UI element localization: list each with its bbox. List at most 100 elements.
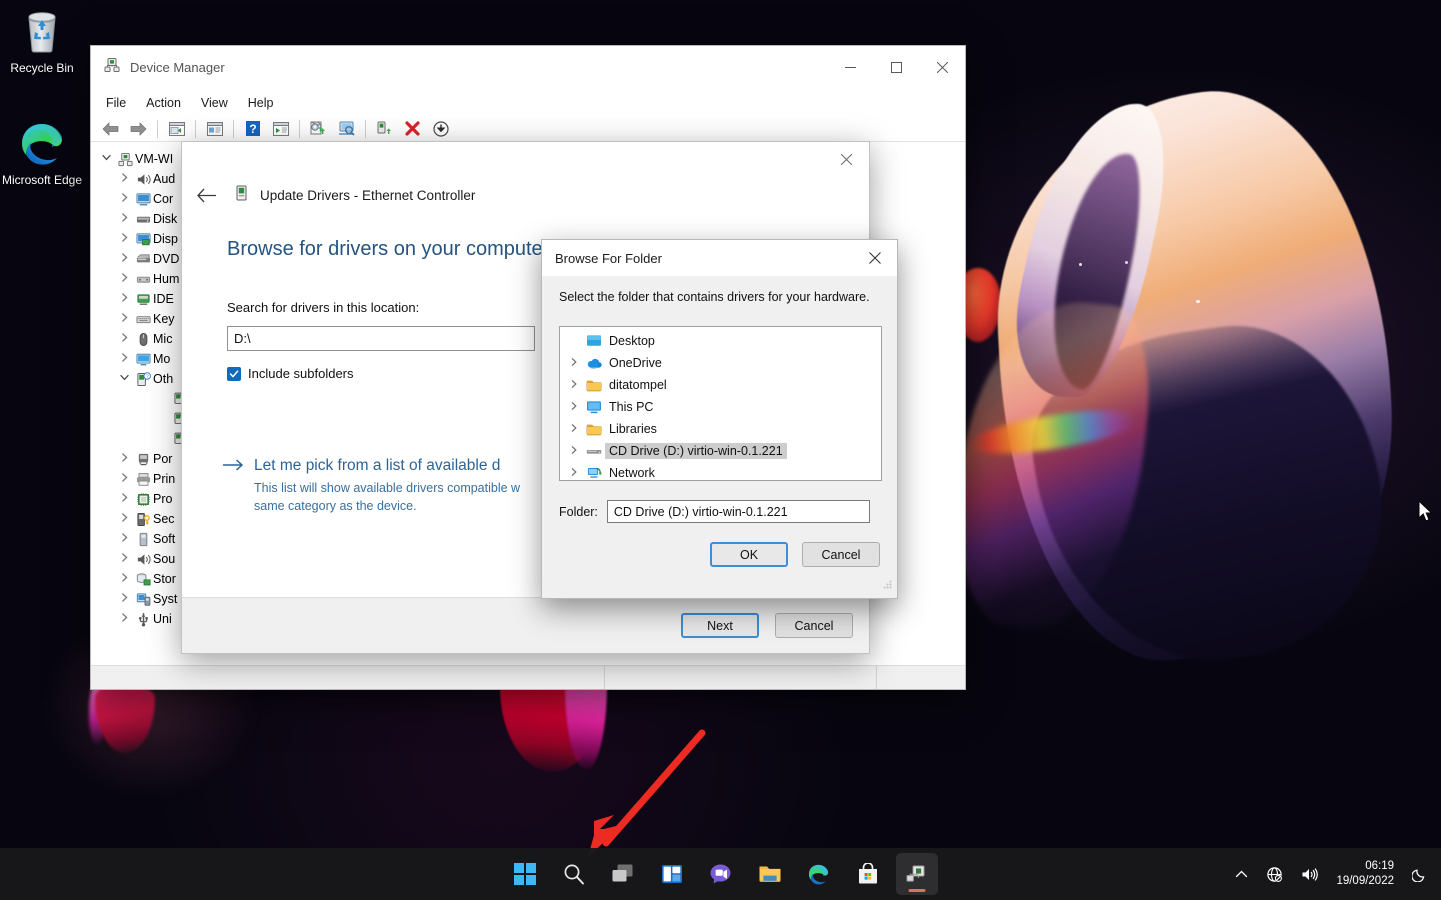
device-manager-titlebar[interactable]: Device Manager <box>91 46 965 89</box>
tree-expander-icon[interactable] <box>115 533 133 545</box>
device-manager-statusbar <box>91 665 965 689</box>
tree-expander-icon[interactable] <box>115 513 133 525</box>
microsoft-store-button[interactable] <box>847 853 889 895</box>
help-icon[interactable]: ? <box>239 117 266 141</box>
minimize-button[interactable] <box>827 46 873 89</box>
resize-grip-icon[interactable] <box>882 577 893 595</box>
widgets-button[interactable] <box>651 853 693 895</box>
search-button[interactable] <box>553 853 595 895</box>
tree-expander-icon[interactable] <box>115 293 133 305</box>
tree-node-label: Uni <box>153 612 172 626</box>
ok-button[interactable]: OK <box>710 542 788 567</box>
tree-expander-icon[interactable] <box>115 373 133 385</box>
tree-node-label: Hum <box>153 272 180 286</box>
search-location-input[interactable] <box>227 326 535 351</box>
folder-tree-list[interactable]: Desktop OneDrive ditatompel This PC Librarie… <box>559 326 882 481</box>
menu-item-view[interactable]: View <box>192 92 237 114</box>
tree-expander-icon[interactable] <box>564 467 583 479</box>
show-hidden-icons-button[interactable] <box>1229 855 1254 893</box>
menu-item-help[interactable]: Help <box>239 92 283 114</box>
tree-expander-icon[interactable] <box>564 379 583 391</box>
browse-dialog-titlebar[interactable]: Browse For Folder <box>542 240 897 276</box>
scan-hardware-icon[interactable] <box>333 117 360 141</box>
tree-expander-icon[interactable] <box>115 193 133 205</box>
folder-field-input[interactable] <box>606 500 870 523</box>
folder-tree-item[interactable]: Desktop <box>560 330 881 352</box>
tree-expander-icon[interactable] <box>115 353 133 365</box>
browse-dialog-buttons: OK Cancel <box>542 542 880 567</box>
tree-expander-icon[interactable] <box>115 173 133 185</box>
processor-icon <box>133 492 153 507</box>
tree-expander-icon[interactable] <box>115 573 133 585</box>
tree-expander-icon[interactable] <box>115 313 133 325</box>
close-button[interactable] <box>919 46 965 89</box>
ide-controller-icon <box>133 292 153 307</box>
tree-node-label: Mo <box>153 352 171 366</box>
tree-expander-icon[interactable] <box>115 613 133 625</box>
wizard-cancel-button[interactable]: Cancel <box>775 613 853 638</box>
tree-expander-icon[interactable] <box>115 473 133 485</box>
folder-tree-item[interactable]: This PC <box>560 396 881 418</box>
next-button[interactable]: Next <box>681 613 759 638</box>
tree-expander-icon[interactable] <box>115 553 133 565</box>
notifications-button[interactable] <box>1406 855 1433 893</box>
tree-expander-icon[interactable] <box>564 423 583 435</box>
tree-node-label: Sou <box>153 552 176 566</box>
properties-icon[interactable] <box>163 117 190 141</box>
folder-tree-item[interactable]: OneDrive <box>560 352 881 374</box>
folder-field-row: Folder: <box>559 500 897 523</box>
tree-expander-icon[interactable] <box>115 493 133 505</box>
tree-expander-icon[interactable] <box>564 357 583 369</box>
folder-tree-item[interactable]: CD Drive (D:) virtio-win-0.1.221 <box>560 440 881 462</box>
tree-expander-icon[interactable] <box>115 453 133 465</box>
wizard-footer: Next Cancel <box>182 597 869 653</box>
back-arrow-icon[interactable] <box>97 117 124 141</box>
device-manager-taskbar-button[interactable] <box>895 853 938 895</box>
chat-button[interactable] <box>700 853 742 895</box>
network-button[interactable] <box>1260 855 1289 893</box>
browse-dialog-close-button[interactable] <box>853 240 897 276</box>
clock[interactable]: 06:19 19/09/2022 <box>1330 859 1400 889</box>
scan-window-icon[interactable] <box>267 117 294 141</box>
download-icon[interactable] <box>427 117 454 141</box>
folder-tree-item-label: This PC <box>609 400 654 414</box>
uninstall-device-icon[interactable] <box>399 117 426 141</box>
maximize-button[interactable] <box>873 46 919 89</box>
device-manager-icon <box>104 57 120 78</box>
disk-drive-icon <box>133 212 153 227</box>
cd-drive-icon <box>583 446 605 457</box>
tree-expander-icon[interactable] <box>97 153 115 165</box>
tree-expander-icon[interactable] <box>115 273 133 285</box>
windows-logo-icon <box>513 863 536 885</box>
browse-cancel-button[interactable]: Cancel <box>802 542 880 567</box>
volume-button[interactable] <box>1295 855 1324 893</box>
microsoft-edge-button[interactable] <box>798 853 840 895</box>
tree-expander-icon[interactable] <box>115 233 133 245</box>
tree-expander-icon[interactable] <box>115 253 133 265</box>
start-button[interactable] <box>504 853 546 895</box>
tree-expander-icon[interactable] <box>115 333 133 345</box>
desktop-icon-microsoft-edge[interactable]: Microsoft Edge <box>0 120 84 187</box>
folder-tree-item[interactable]: ditatompel <box>560 374 881 396</box>
tree-expander-icon[interactable] <box>564 401 583 413</box>
folder-tree-item[interactable]: Network <box>560 462 881 480</box>
include-subfolders-checkbox[interactable] <box>227 366 241 381</box>
enable-device-icon[interactable] <box>371 117 398 141</box>
folder-tree-item[interactable]: Libraries <box>560 418 881 440</box>
menu-item-action[interactable]: Action <box>137 92 190 114</box>
desktop-icon-recycle-bin[interactable]: Recycle Bin <box>0 8 84 75</box>
wizard-back-button[interactable] <box>194 183 218 207</box>
device-manager-toolbar: ? <box>91 116 965 142</box>
task-view-button[interactable] <box>602 853 644 895</box>
menu-item-file[interactable]: File <box>97 92 135 114</box>
help-window-icon[interactable] <box>201 117 228 141</box>
update-driver-icon[interactable] <box>305 117 332 141</box>
speaker-icon <box>1302 867 1319 881</box>
tree-expander-icon[interactable] <box>115 593 133 605</box>
tree-expander-icon[interactable] <box>564 445 583 457</box>
forward-arrow-icon[interactable] <box>125 117 152 141</box>
network-no-internet-icon <box>1267 866 1283 882</box>
file-explorer-button[interactable] <box>749 853 791 895</box>
tree-expander-icon[interactable] <box>115 213 133 225</box>
wizard-close-button[interactable] <box>824 142 869 177</box>
